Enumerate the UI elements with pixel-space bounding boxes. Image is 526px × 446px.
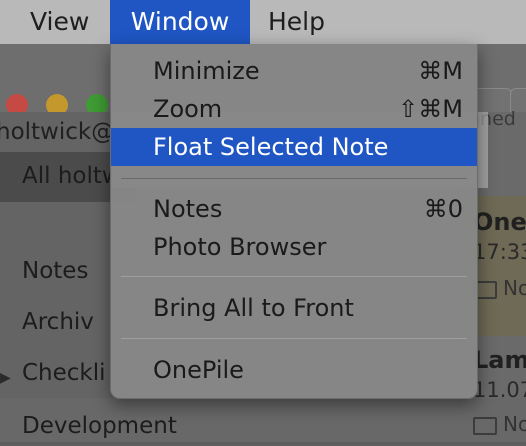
menu-separator (121, 338, 467, 339)
menu-help[interactable]: Help (268, 0, 325, 44)
note-folder-name: No (503, 412, 526, 436)
folder-icon (473, 416, 497, 435)
note-folder-name: No (503, 276, 526, 300)
menu-item-label: Notes (153, 195, 223, 223)
sidebar-item-checkli[interactable]: Checkli (22, 353, 106, 393)
menu-separator (121, 178, 467, 179)
window-menu: Minimize ⌘M Zoom ⇧⌘M Float Selected Note… (110, 44, 478, 399)
account-label: holtwick@ (0, 119, 115, 145)
menu-item-notes[interactable]: Notes ⌘0 (111, 190, 477, 228)
menu-item-float-selected-note[interactable]: Float Selected Note (111, 128, 477, 166)
sidebar-item-notes[interactable]: Notes (22, 251, 88, 291)
menu-item-label: Float Selected Note (153, 133, 389, 161)
menu-item-bring-all-to-front[interactable]: Bring All to Front (111, 289, 477, 327)
menu-item-onepile[interactable]: OnePile (111, 351, 477, 389)
menu-item-zoom[interactable]: Zoom ⇧⌘M (111, 90, 477, 128)
menu-item-label: Photo Browser (153, 233, 327, 261)
menu-item-shortcut: ⌘0 (423, 195, 463, 223)
note-time: 17:33 (473, 240, 526, 264)
menu-item-shortcut: ⇧⌘M (398, 95, 463, 123)
note-title: Lamp (473, 346, 526, 374)
note-folder: No (473, 412, 526, 436)
menu-item-minimize[interactable]: Minimize ⌘M (111, 52, 477, 90)
menu-item-photo-browser[interactable]: Photo Browser (111, 228, 477, 266)
menu-item-label: Zoom (153, 95, 223, 123)
menu-view[interactable]: View (30, 0, 89, 44)
menu-item-shortcut: ⌘M (418, 57, 463, 85)
sidebar-item-development[interactable]: Development (22, 406, 177, 446)
menu-separator (121, 276, 467, 277)
menu-item-label: Minimize (153, 57, 260, 85)
menu-window[interactable]: Window (110, 0, 250, 44)
note-title: OneI (473, 208, 526, 236)
sidebar-item-all[interactable]: All holtw (22, 156, 121, 196)
menu-bar: View Window Help (0, 0, 526, 44)
menu-item-label: Bring All to Front (153, 294, 354, 322)
note-folder: No (473, 276, 526, 300)
sidebar-item-archiv[interactable]: Archiv (22, 302, 94, 342)
note-time: 11.07. (473, 378, 526, 402)
menu-item-label: OnePile (153, 356, 244, 384)
disclosure-triangle-icon[interactable]: ▶ (0, 370, 11, 386)
